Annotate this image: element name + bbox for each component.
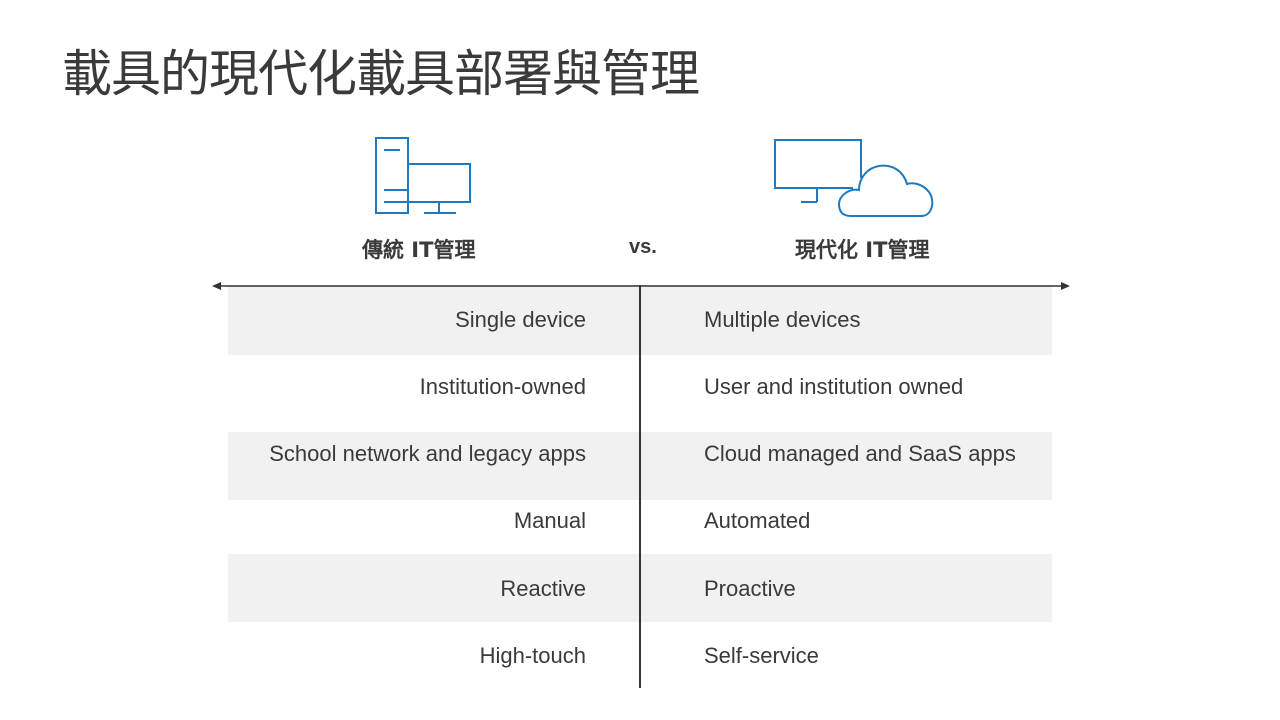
center-divider bbox=[639, 285, 641, 688]
traditional-cell: Institution-owned bbox=[419, 374, 586, 399]
modern-cell: Self-service bbox=[704, 643, 819, 668]
traditional-it-heading: 傳統 IT管理 bbox=[362, 238, 476, 262]
arrow-left-icon bbox=[212, 282, 221, 290]
modern-cell: Proactive bbox=[704, 576, 796, 601]
traditional-cell: School network and legacy apps bbox=[269, 441, 586, 466]
traditional-cell: Manual bbox=[513, 508, 586, 533]
versus-label: vs. bbox=[629, 236, 657, 258]
monitor-cloud-icon bbox=[773, 138, 935, 220]
modern-cell: Automated bbox=[704, 508, 811, 533]
desktop-tower-monitor-icon bbox=[374, 136, 474, 218]
traditional-cell: Reactive bbox=[500, 576, 586, 601]
modern-cell: Multiple devices bbox=[704, 307, 861, 332]
page-title: 載具的現代化載具部署與管理 bbox=[62, 45, 700, 103]
traditional-cell: Single device bbox=[455, 307, 586, 332]
traditional-cell: High-touch bbox=[479, 643, 586, 668]
modern-cell: User and institution owned bbox=[704, 374, 964, 399]
modern-it-heading: 現代化 IT管理 bbox=[795, 238, 930, 262]
horizontal-axis-arrow bbox=[212, 278, 1070, 297]
arrow-right-icon bbox=[1061, 282, 1070, 290]
modern-cell: Cloud managed and SaaS apps bbox=[704, 441, 1016, 466]
